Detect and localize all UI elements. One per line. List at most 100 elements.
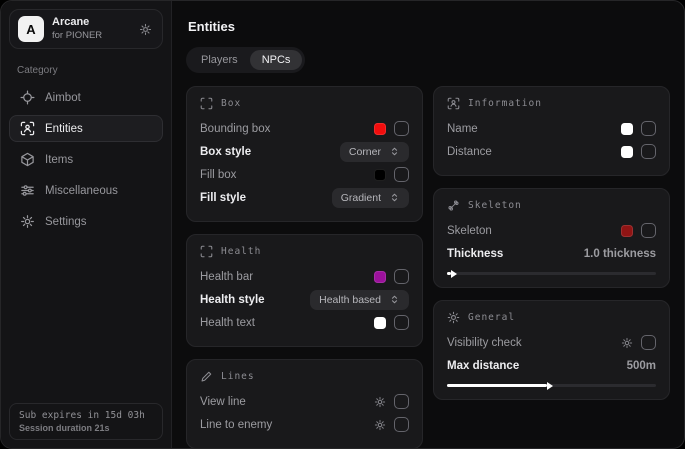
option-settings-button[interactable]: [374, 419, 386, 431]
checkbox[interactable]: [394, 167, 409, 182]
skeleton-card: Skeleton Skeleton Thickness 1.0 thicknes…: [433, 188, 670, 288]
option-settings-button[interactable]: [621, 337, 633, 349]
setting-label: Distance: [447, 146, 492, 158]
fill-style-dropdown[interactable]: Gradient: [332, 188, 409, 208]
brackets-icon: [200, 245, 213, 258]
entity-type-tabs: Players NPCs: [186, 47, 305, 73]
box-card: Box Bounding box Box style Corner: [186, 86, 423, 222]
app-meta: Arcane for PIONER: [52, 16, 129, 42]
card-title: Lines: [221, 371, 255, 382]
checkbox[interactable]: [394, 121, 409, 136]
gear-icon: [20, 214, 35, 229]
setting-row-bounding-box: Bounding box: [200, 117, 409, 140]
sidebar-item-items[interactable]: Items: [9, 146, 163, 173]
pencil-icon: [200, 370, 213, 383]
checkbox[interactable]: [641, 223, 656, 238]
color-swatch[interactable]: [621, 146, 633, 158]
sidebar-item-label: Entities: [45, 123, 83, 135]
card-title: Information: [468, 98, 542, 109]
row-controls: [621, 335, 656, 350]
checkbox[interactable]: [641, 121, 656, 136]
person-scan-icon: [20, 121, 35, 136]
thickness-value: 1.0 thickness: [584, 248, 656, 260]
setting-label: Visibility check: [447, 337, 522, 349]
setting-row-skeleton: Skeleton: [447, 219, 656, 242]
setting-label: Max distance: [447, 360, 519, 372]
tab-npcs[interactable]: NPCs: [250, 50, 303, 70]
setting-row-fill-box: Fill box: [200, 163, 409, 186]
setting-label: Bounding box: [200, 123, 270, 135]
max-distance-value: 500m: [627, 360, 656, 372]
sidebar-item-label: Miscellaneous: [45, 185, 118, 197]
row-controls: [374, 315, 409, 330]
row-controls: [374, 394, 409, 409]
max-distance-slider[interactable]: [447, 384, 656, 387]
setting-row-thickness: Thickness 1.0 thickness: [447, 242, 656, 265]
setting-label: Thickness: [447, 248, 503, 260]
color-swatch[interactable]: [374, 271, 386, 283]
sidebar-item-entities[interactable]: Entities: [9, 115, 163, 142]
row-controls: [621, 144, 656, 159]
row-controls: [374, 417, 409, 432]
main-content: Entities Players NPCs Box Bounding box: [172, 1, 684, 448]
card-header: Box: [200, 97, 409, 110]
row-controls: [374, 121, 409, 136]
header-settings-button[interactable]: [137, 21, 154, 38]
setting-row-fill-style: Fill style Gradient: [200, 186, 409, 209]
person-scan-icon: [447, 97, 460, 110]
health-style-dropdown[interactable]: Health based: [310, 290, 409, 310]
setting-label: Health text: [200, 317, 255, 329]
dropdown-value: Health based: [319, 294, 381, 306]
setting-label: Fill style: [200, 192, 246, 204]
sidebar-item-miscellaneous[interactable]: Miscellaneous: [9, 177, 163, 204]
sidebar-item-settings[interactable]: Settings: [9, 208, 163, 235]
setting-row-max-distance: Max distance 500m: [447, 354, 656, 377]
checkbox[interactable]: [641, 335, 656, 350]
package-icon: [20, 152, 35, 167]
app-logo: A: [18, 16, 44, 42]
option-settings-button[interactable]: [374, 396, 386, 408]
right-column: Information Name Distance: [433, 86, 670, 449]
sidebar-item-aimbot[interactable]: Aimbot: [9, 84, 163, 111]
setting-row-box-style: Box style Corner: [200, 140, 409, 163]
settings-columns: Box Bounding box Box style Corner: [186, 86, 670, 449]
slider-fill: [447, 384, 547, 387]
setting-row-view-line: View line: [200, 390, 409, 413]
card-header: Skeleton: [447, 199, 656, 212]
sidebar-item-label: Settings: [45, 216, 87, 228]
gear-icon: [374, 396, 386, 408]
box-style-dropdown[interactable]: Corner: [340, 142, 409, 162]
color-swatch[interactable]: [621, 123, 633, 135]
color-swatch[interactable]: [374, 317, 386, 329]
lines-card: Lines View line Line to enemy: [186, 359, 423, 449]
chevron-up-down-icon: [389, 146, 400, 157]
card-title: Box: [221, 98, 241, 109]
color-swatch[interactable]: [621, 225, 633, 237]
setting-row-health-text: Health text: [200, 311, 409, 334]
setting-label: View line: [200, 396, 246, 408]
setting-label: Line to enemy: [200, 419, 272, 431]
dropdown-value: Corner: [349, 146, 381, 158]
checkbox[interactable]: [394, 269, 409, 284]
setting-label: Health style: [200, 294, 265, 306]
gear-icon: [139, 23, 152, 36]
checkbox[interactable]: [394, 315, 409, 330]
brackets-icon: [200, 97, 213, 110]
arcane-menu-window: A Arcane for PIONER Category Aimbot Enti…: [0, 0, 685, 449]
tab-players[interactable]: Players: [189, 50, 250, 70]
checkbox[interactable]: [394, 417, 409, 432]
color-swatch[interactable]: [374, 169, 386, 181]
checkbox[interactable]: [394, 394, 409, 409]
checkbox[interactable]: [641, 144, 656, 159]
setting-row-health-bar: Health bar: [200, 265, 409, 288]
setting-row-distance: Distance: [447, 140, 656, 163]
bone-icon: [447, 199, 460, 212]
setting-row-line-to-enemy: Line to enemy: [200, 413, 409, 436]
card-title: Skeleton: [468, 200, 522, 211]
sun-icon: [447, 311, 460, 324]
chevron-up-down-icon: [389, 294, 400, 305]
thickness-slider[interactable]: [447, 272, 656, 275]
gear-icon: [374, 419, 386, 431]
crosshair-icon: [20, 90, 35, 105]
color-swatch[interactable]: [374, 123, 386, 135]
